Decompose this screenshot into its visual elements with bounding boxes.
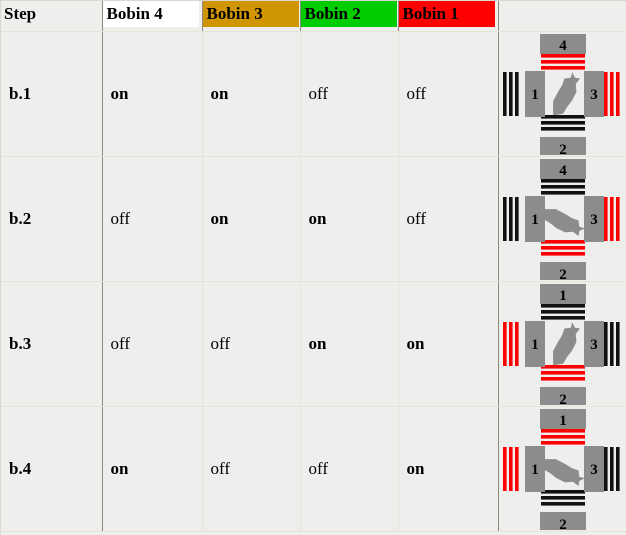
stepper-motor-sequence-sheet: Step Bobin 4 Bobin 3 Bobin 2 Bobin 1 b.1… bbox=[0, 0, 626, 535]
svg-text:1: 1 bbox=[559, 413, 567, 429]
svg-text:1: 1 bbox=[531, 212, 539, 228]
column-header-bobin-3-label: Bobin 3 bbox=[202, 1, 299, 27]
stepper-motor-diagram: 4 2 1 3 bbox=[499, 158, 626, 280]
cell-step: b.3 bbox=[1, 281, 103, 407]
svg-text:4: 4 bbox=[559, 38, 567, 54]
cell-motor-diagram: 4 2 1 3 bbox=[498, 31, 626, 157]
cell-bobin-2: off bbox=[300, 406, 399, 532]
cell-bobin-1-value: on bbox=[406, 334, 425, 353]
column-header-step: Step bbox=[1, 1, 103, 32]
table-body: b.1 on on off off 4 2 1 3 b.2 off on on off 4 2 1 3 b.3 off… bbox=[1, 31, 626, 532]
cell-bobin-3: on bbox=[202, 156, 301, 282]
cell-bobin-3-value: off bbox=[210, 459, 231, 478]
table-header: Step Bobin 4 Bobin 3 Bobin 2 Bobin 1 bbox=[1, 1, 626, 32]
cell-bobin-2: off bbox=[300, 31, 399, 157]
table-row: b.3 off off on on 1 2 1 3 bbox=[1, 281, 626, 407]
svg-text:1: 1 bbox=[559, 288, 567, 304]
cell-bobin-2-value: off bbox=[308, 459, 329, 478]
cell-bobin-4: off bbox=[102, 156, 203, 282]
cell-step: b.4 bbox=[1, 406, 103, 532]
cell-bobin-4-value: off bbox=[110, 334, 131, 353]
cell-bobin-4-value: on bbox=[110, 84, 129, 103]
cell-bobin-2: on bbox=[300, 156, 399, 282]
svg-text:2: 2 bbox=[559, 517, 567, 530]
cell-bobin-3: on bbox=[202, 31, 301, 157]
cell-bobin-4: off bbox=[102, 281, 203, 407]
stepper-motor-diagram: 1 2 1 3 bbox=[499, 408, 626, 530]
cell-bobin-2: on bbox=[300, 281, 399, 407]
svg-text:1: 1 bbox=[531, 87, 539, 103]
cell-motor-diagram: 1 2 1 3 bbox=[498, 406, 626, 532]
column-header-step-label: Step bbox=[4, 4, 37, 23]
cell-bobin-1-value: on bbox=[406, 459, 425, 478]
cell-step-value: b.1 bbox=[9, 84, 32, 103]
svg-text:3: 3 bbox=[590, 87, 598, 103]
cell-bobin-1-value: off bbox=[406, 84, 427, 103]
cell-bobin-4: on bbox=[102, 406, 203, 532]
svg-text:2: 2 bbox=[559, 267, 567, 280]
cell-bobin-4-value: off bbox=[110, 209, 131, 228]
svg-text:2: 2 bbox=[559, 142, 567, 155]
svg-text:3: 3 bbox=[590, 462, 598, 478]
cell-bobin-1: off bbox=[398, 156, 499, 282]
header-row: Step Bobin 4 Bobin 3 Bobin 2 Bobin 1 bbox=[1, 1, 626, 32]
cell-step: b.1 bbox=[1, 31, 103, 157]
stepper-sequence-table: Step Bobin 4 Bobin 3 Bobin 2 Bobin 1 b.1… bbox=[1, 1, 626, 532]
cell-bobin-3: off bbox=[202, 281, 301, 407]
svg-text:1: 1 bbox=[531, 462, 539, 478]
cell-step: b.2 bbox=[1, 156, 103, 282]
cell-bobin-3-value: on bbox=[210, 209, 229, 228]
column-header-bobin-2: Bobin 2 bbox=[300, 1, 399, 32]
column-header-bobin-2-label: Bobin 2 bbox=[300, 1, 397, 27]
cell-bobin-2-value: on bbox=[308, 209, 327, 228]
column-header-bobin-3: Bobin 3 bbox=[202, 1, 301, 32]
cell-bobin-4-value: on bbox=[110, 459, 129, 478]
column-header-bobin-4: Bobin 4 bbox=[102, 1, 203, 32]
svg-text:2: 2 bbox=[559, 392, 567, 405]
cell-step-value: b.3 bbox=[9, 334, 32, 353]
cell-bobin-3-value: on bbox=[210, 84, 229, 103]
cell-bobin-1: off bbox=[398, 31, 499, 157]
cell-motor-diagram: 1 2 1 3 bbox=[498, 281, 626, 407]
cell-motor-diagram: 4 2 1 3 bbox=[498, 156, 626, 282]
table-row: b.2 off on on off 4 2 1 3 bbox=[1, 156, 626, 282]
table-row: b.4 on off off on 1 2 1 3 bbox=[1, 406, 626, 532]
cell-step-value: b.4 bbox=[9, 459, 32, 478]
svg-text:3: 3 bbox=[590, 212, 598, 228]
cell-bobin-2-value: on bbox=[308, 334, 327, 353]
svg-text:3: 3 bbox=[590, 337, 598, 353]
column-header-bobin-4-label: Bobin 4 bbox=[102, 1, 199, 27]
stepper-motor-diagram: 1 2 1 3 bbox=[499, 283, 626, 405]
svg-text:1: 1 bbox=[531, 337, 539, 353]
cell-bobin-1: on bbox=[398, 406, 499, 532]
svg-text:4: 4 bbox=[559, 163, 567, 179]
column-header-bobin-1-label: Bobin 1 bbox=[398, 1, 495, 27]
cell-bobin-4: on bbox=[102, 31, 203, 157]
cell-bobin-3-value: off bbox=[210, 334, 231, 353]
table-row: b.1 on on off off 4 2 1 3 bbox=[1, 31, 626, 157]
cell-step-value: b.2 bbox=[9, 209, 32, 228]
column-header-diagram bbox=[498, 1, 626, 32]
cell-bobin-2-value: off bbox=[308, 84, 329, 103]
stepper-motor-diagram: 4 2 1 3 bbox=[499, 33, 626, 155]
cell-bobin-1: on bbox=[398, 281, 499, 407]
cell-bobin-1-value: off bbox=[406, 209, 427, 228]
column-header-bobin-1: Bobin 1 bbox=[398, 1, 499, 32]
column-header-diagram-label bbox=[499, 10, 506, 14]
cell-bobin-3: off bbox=[202, 406, 301, 532]
